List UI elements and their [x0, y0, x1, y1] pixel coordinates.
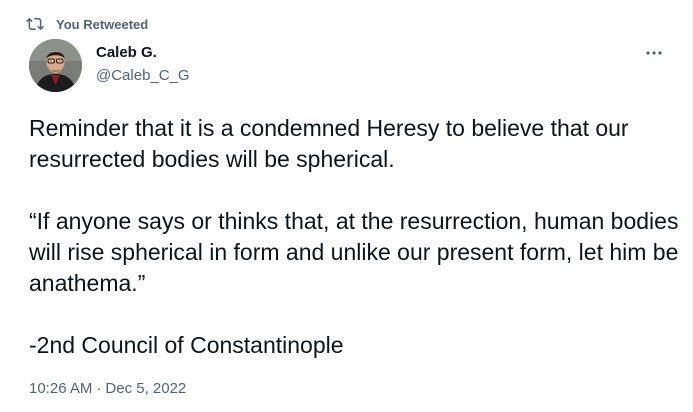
tweet-text: Reminder that it is a condemned Heresy t… — [29, 113, 679, 361]
tweet-time[interactable]: 10:26 AM — [29, 380, 92, 397]
tweet-paragraph: Reminder that it is a condemned Heresy t… — [29, 115, 629, 172]
retweet-icon — [26, 15, 44, 33]
tweet-date[interactable]: Dec 5, 2022 — [105, 380, 186, 397]
retweet-label: You Retweeted — [56, 16, 149, 32]
tweet-timestamp[interactable]: 10:26 AM · Dec 5, 2022 — [29, 380, 186, 397]
retweet-indicator: You Retweeted — [26, 14, 148, 34]
tweet-card[interactable]: You Retweeted Caleb G. @Caleb_C_G Remind… — [0, 0, 693, 412]
tweet-paragraph: “If anyone says or thinks that, at the r… — [29, 208, 679, 296]
more-options-button[interactable] — [640, 42, 668, 62]
avatar[interactable] — [29, 39, 82, 92]
author-handle[interactable]: @Caleb_C_G — [96, 67, 190, 84]
meta-separator: · — [96, 380, 102, 397]
tweet-paragraph: -2nd Council of Constantinople — [29, 332, 344, 358]
author-name[interactable]: Caleb G. — [96, 44, 157, 61]
more-horizontal-icon — [644, 43, 664, 61]
